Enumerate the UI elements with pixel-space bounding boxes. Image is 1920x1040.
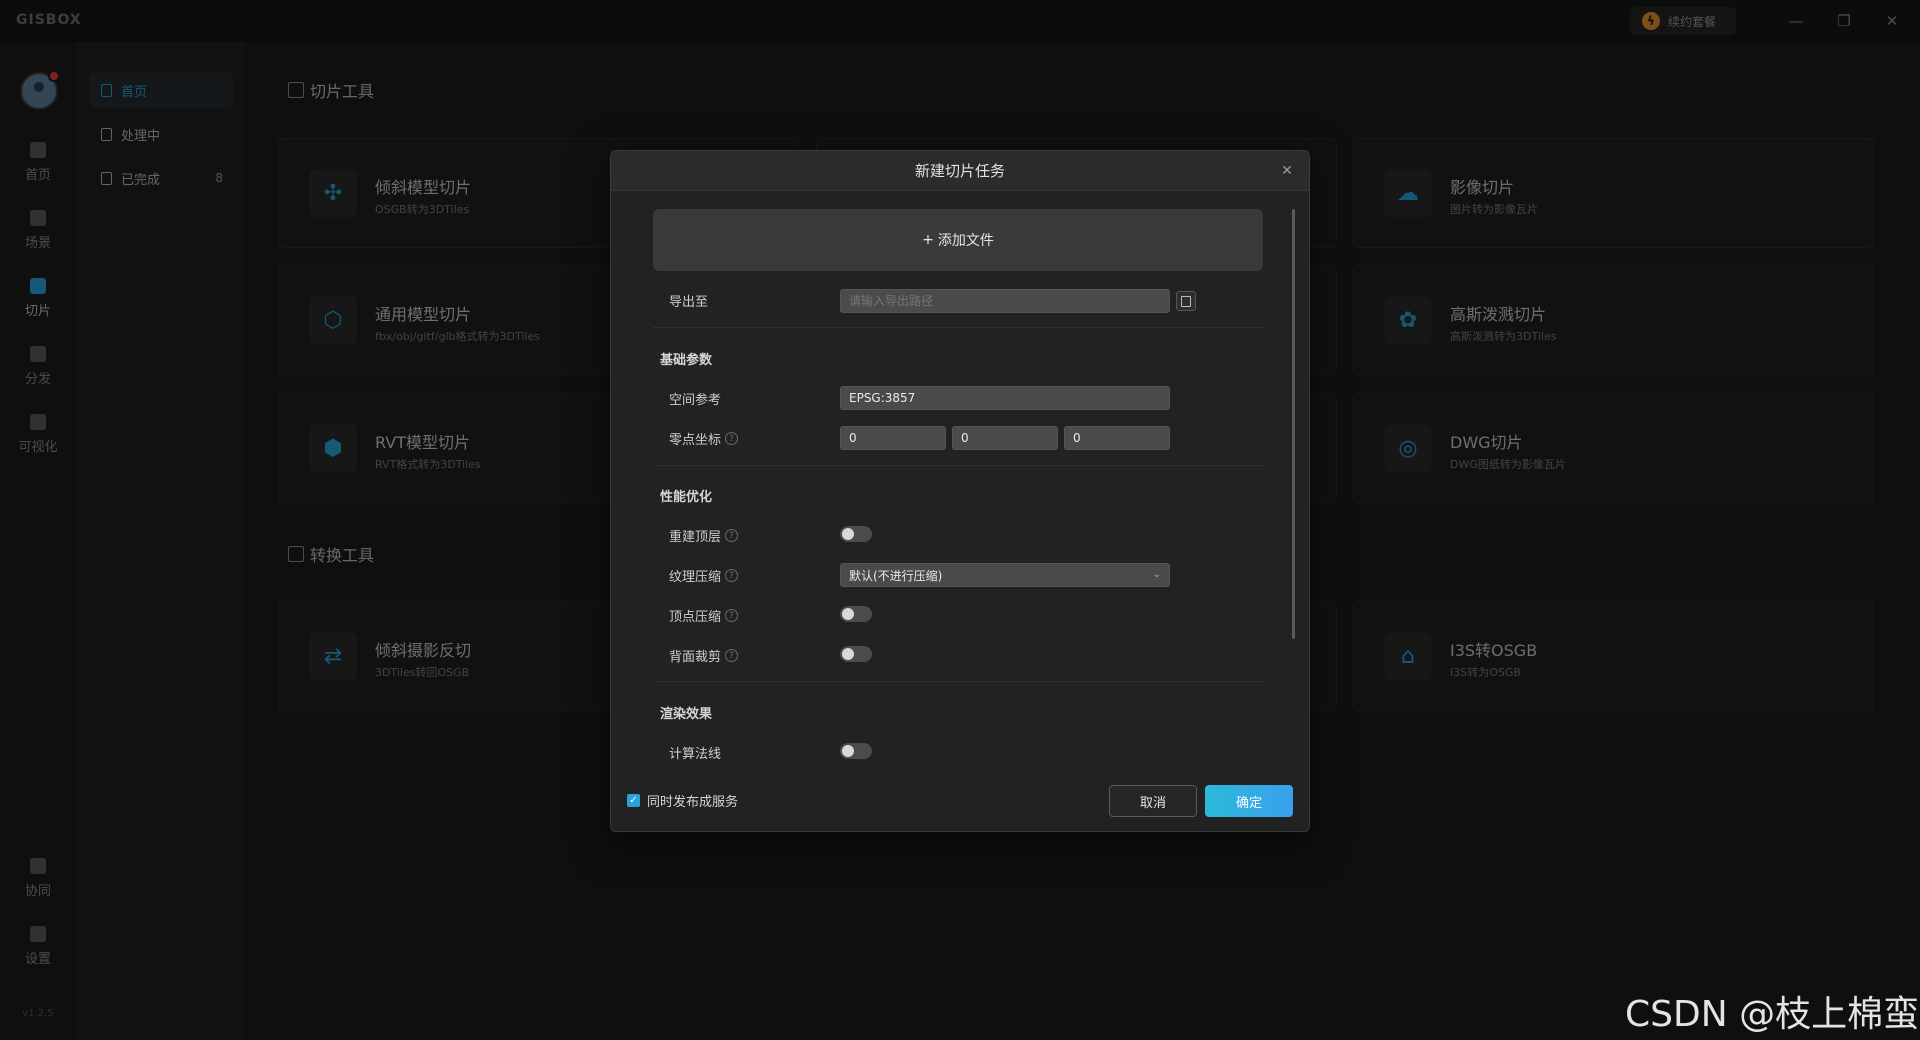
backface-label-text: 背面裁剪 — [669, 650, 722, 665]
origin-label: 零点坐标 ? — [669, 429, 739, 448]
ok-button[interactable]: 确定 — [1205, 785, 1293, 817]
divider — [653, 327, 1263, 328]
export-path-input[interactable] — [849, 294, 1169, 308]
help-icon[interactable]: ? — [725, 649, 739, 662]
publish-service-checkbox[interactable]: ✓ 同时发布成服务 — [627, 791, 738, 810]
dialog-scrollbar[interactable] — [1292, 209, 1295, 639]
texture-label-text: 纹理压缩 — [669, 570, 722, 585]
watermark: CSDN @枝上棉蛮 — [1625, 994, 1920, 1035]
backface-toggle[interactable] — [840, 646, 872, 662]
dialog-header: 新建切片任务 — [611, 151, 1309, 191]
browse-folder-button[interactable] — [1176, 291, 1196, 311]
check-icon[interactable]: ✓ — [627, 794, 640, 807]
backface-label: 背面裁剪 ? — [669, 646, 739, 665]
origin-x-field[interactable]: 0 — [840, 426, 946, 450]
plus-icon: + — [922, 232, 934, 248]
new-slice-task-dialog: 新建切片任务 ✕ + 添加文件 导出至 基础参数 空间参考 EPSG:3857 … — [610, 150, 1310, 832]
group-basic-label: 基础参数 — [660, 353, 713, 368]
app-root: GISBOX ϟ 续约套餐 — ❐ ✕ 首页 场景 切片 分发 可视化 协同 设… — [0, 0, 1920, 1040]
vertex-label-text: 顶点压缩 — [669, 610, 722, 625]
folder-icon — [1181, 295, 1191, 307]
divider — [653, 681, 1263, 682]
rebuild-top-toggle[interactable] — [840, 526, 872, 542]
add-file-button[interactable]: + 添加文件 — [653, 209, 1263, 271]
spatial-ref-label: 空间参考 — [669, 389, 721, 408]
vertex-toggle[interactable] — [840, 606, 872, 622]
group-render-label: 渲染效果 — [660, 707, 713, 722]
help-icon[interactable]: ? — [725, 432, 739, 445]
normals-toggle[interactable] — [840, 743, 872, 759]
divider — [653, 465, 1263, 466]
origin-y-field[interactable]: 0 — [952, 426, 1058, 450]
help-icon[interactable]: ? — [725, 529, 739, 542]
texture-select-value: 默认(不进行压缩) — [849, 568, 943, 583]
rebuild-top-label: 重建顶层 ? — [669, 526, 739, 545]
close-icon[interactable]: ✕ — [1277, 161, 1297, 181]
chevron-down-icon: ⌄ — [1152, 569, 1161, 580]
spatial-ref-field[interactable]: EPSG:3857 — [840, 386, 1170, 410]
add-file-label: 添加文件 — [937, 233, 994, 249]
export-path-field[interactable] — [840, 289, 1170, 313]
vertex-label: 顶点压缩 ? — [669, 606, 739, 625]
rebuild-top-label-text: 重建顶层 — [669, 530, 722, 545]
export-label: 导出至 — [669, 291, 708, 310]
origin-label-text: 零点坐标 — [669, 433, 722, 448]
spatial-ref-label-text: 空间参考 — [669, 393, 722, 408]
origin-z-field[interactable]: 0 — [1064, 426, 1170, 450]
dialog-title: 新建切片任务 — [914, 162, 1005, 180]
texture-select[interactable]: 默认(不进行压缩) ⌄ — [840, 563, 1170, 587]
texture-label: 纹理压缩 ? — [669, 566, 739, 585]
group-perf-label: 性能优化 — [660, 490, 713, 505]
publish-service-label: 同时发布成服务 — [647, 795, 739, 810]
export-label-text: 导出至 — [669, 295, 709, 310]
help-icon[interactable]: ? — [725, 569, 739, 582]
normals-label: 计算法线 — [669, 743, 721, 762]
help-icon[interactable]: ? — [725, 609, 739, 622]
cancel-button[interactable]: 取消 — [1109, 785, 1197, 817]
normals-label-text: 计算法线 — [669, 747, 722, 762]
